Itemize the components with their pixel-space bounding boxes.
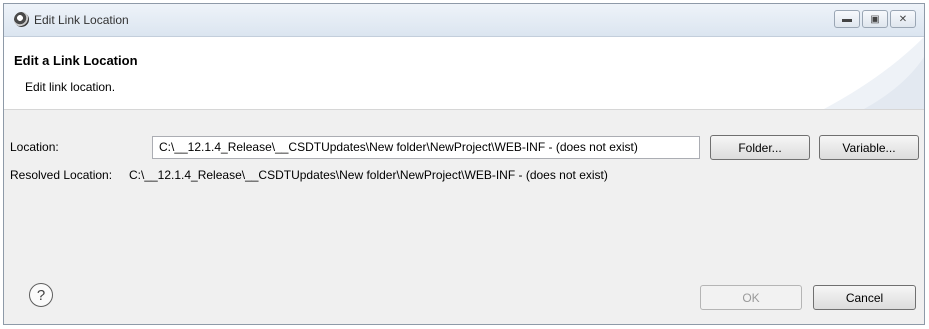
resolved-location-value: C:\__12.1.4_Release\__CSDTUpdates\New fo… — [129, 168, 608, 182]
minimize-icon: ▬ — [842, 13, 852, 25]
folder-button[interactable]: Folder... — [710, 135, 810, 160]
cancel-button[interactable]: Cancel — [813, 285, 916, 310]
header-description: Edit link location. — [25, 80, 116, 94]
location-input[interactable]: C:\__12.1.4_Release\__CSDTUpdates\New fo… — [152, 136, 700, 159]
dialog-header: Edit a Link Location Edit link location. — [4, 37, 924, 110]
dialog-window: Edit Link Location ▬ ▣ ✕ Edit a Link Loc… — [3, 3, 925, 325]
header-banner-graphic — [824, 37, 924, 109]
close-icon: ✕ — [898, 13, 908, 25]
location-label: Location: — [10, 140, 59, 154]
close-button[interactable]: ✕ — [890, 10, 916, 28]
window-title: Edit Link Location — [34, 13, 129, 27]
help-icon[interactable]: ? — [29, 283, 53, 307]
maximize-icon: ▣ — [870, 13, 880, 25]
minimize-button[interactable]: ▬ — [834, 10, 860, 28]
ok-button[interactable]: OK — [700, 285, 802, 310]
eclipse-app-icon — [14, 12, 29, 27]
resolved-location-label: Resolved Location: — [10, 168, 113, 182]
maximize-button[interactable]: ▣ — [862, 10, 888, 28]
header-title: Edit a Link Location — [14, 53, 138, 68]
title-bar: Edit Link Location ▬ ▣ ✕ — [4, 4, 924, 37]
variable-button[interactable]: Variable... — [819, 135, 919, 160]
